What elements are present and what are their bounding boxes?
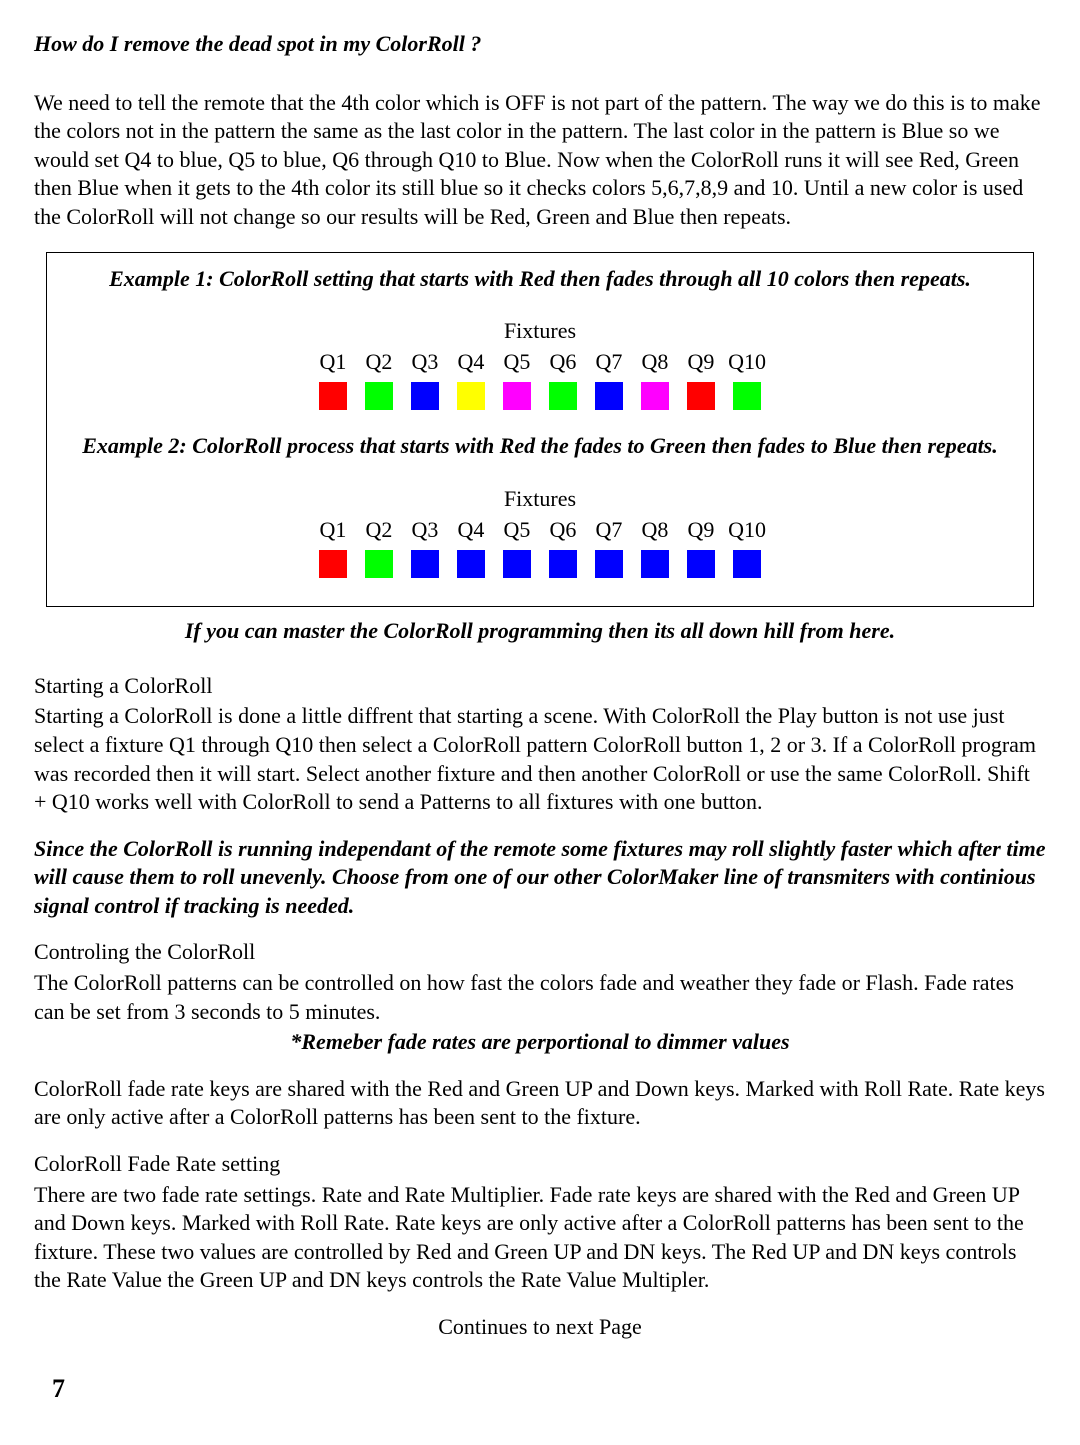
- color-swatch: [411, 550, 439, 578]
- swatch-label: Q5: [504, 516, 531, 545]
- swatch-column: Q4: [455, 516, 487, 579]
- swatch-label: Q7: [596, 348, 623, 377]
- swatch-label: Q8: [642, 516, 669, 545]
- color-swatch: [687, 382, 715, 410]
- color-swatch: [595, 382, 623, 410]
- swatch-column: Q2: [363, 348, 395, 411]
- example1-fixtures-label: Fixtures: [55, 317, 1025, 346]
- swatch-column: Q7: [593, 516, 625, 579]
- color-swatch: [549, 550, 577, 578]
- swatch-label: Q4: [458, 516, 485, 545]
- swatch-label: Q1: [320, 348, 347, 377]
- example2-swatch-row: Q1 Q2 Q3 Q4 Q5 Q6 Q7 Q8 Q9 Q10: [55, 516, 1025, 579]
- example2-title: Example 2: ColorRoll process that starts…: [55, 432, 1025, 461]
- example1-title: Example 1: ColorRoll setting that starts…: [55, 265, 1025, 294]
- section-heading: How do I remove the dead spot in my Colo…: [34, 30, 1046, 59]
- swatch-label: Q3: [412, 348, 439, 377]
- swatch-label: Q10: [728, 516, 766, 545]
- color-swatch: [687, 550, 715, 578]
- starting-colorroll-title: Starting a ColorRoll: [34, 672, 1046, 701]
- fade-rate-setting-title: ColorRoll Fade Rate setting: [34, 1150, 1046, 1179]
- swatch-column: Q9: [685, 516, 717, 579]
- swatch-column: Q5: [501, 348, 533, 411]
- swatch-label: Q2: [366, 348, 393, 377]
- color-swatch: [641, 382, 669, 410]
- swatch-column: Q10: [731, 516, 763, 579]
- color-swatch: [641, 550, 669, 578]
- swatch-column: Q5: [501, 516, 533, 579]
- color-swatch: [503, 550, 531, 578]
- swatch-column: Q9: [685, 348, 717, 411]
- color-swatch: [365, 382, 393, 410]
- color-swatch: [549, 382, 577, 410]
- swatch-column: Q1: [317, 516, 349, 579]
- color-swatch: [457, 382, 485, 410]
- swatch-label: Q4: [458, 348, 485, 377]
- color-swatch: [319, 550, 347, 578]
- fade-rate-setting-body: There are two fade rate settings. Rate a…: [34, 1181, 1046, 1295]
- swatch-label: Q5: [504, 348, 531, 377]
- swatch-column: Q3: [409, 516, 441, 579]
- swatch-label: Q9: [688, 348, 715, 377]
- color-swatch: [503, 382, 531, 410]
- swatch-column: Q2: [363, 516, 395, 579]
- color-swatch: [733, 550, 761, 578]
- swatch-column: Q6: [547, 516, 579, 579]
- swatch-label: Q3: [412, 516, 439, 545]
- swatch-column: Q6: [547, 348, 579, 411]
- swatch-label: Q6: [550, 348, 577, 377]
- remember-note: *Remeber fade rates are perportional to …: [34, 1028, 1046, 1057]
- color-swatch: [595, 550, 623, 578]
- color-swatch: [457, 550, 485, 578]
- color-swatch: [319, 382, 347, 410]
- swatch-column: Q4: [455, 348, 487, 411]
- swatch-label: Q7: [596, 516, 623, 545]
- swatch-label: Q10: [728, 348, 766, 377]
- swatch-column: Q8: [639, 516, 671, 579]
- swatch-column: Q8: [639, 348, 671, 411]
- fade-keys-paragraph: ColorRoll fade rate keys are shared with…: [34, 1075, 1046, 1132]
- master-caption: If you can master the ColorRoll programm…: [34, 617, 1046, 646]
- color-swatch: [411, 382, 439, 410]
- swatch-column: Q3: [409, 348, 441, 411]
- examples-box: Example 1: ColorRoll setting that starts…: [46, 252, 1034, 608]
- color-swatch: [733, 382, 761, 410]
- swatch-label: Q1: [320, 516, 347, 545]
- swatch-label: Q2: [366, 516, 393, 545]
- swatch-column: Q1: [317, 348, 349, 411]
- intro-paragraph: We need to tell the remote that the 4th …: [34, 89, 1046, 232]
- swatch-label: Q9: [688, 516, 715, 545]
- controlling-colorroll-title: Controling the ColorRoll: [34, 938, 1046, 967]
- example1-swatch-row: Q1 Q2 Q3 Q4 Q5 Q6 Q7 Q8 Q9 Q10: [55, 348, 1025, 411]
- swatch-label: Q8: [642, 348, 669, 377]
- page-number: 7: [52, 1372, 1046, 1406]
- swatch-column: Q7: [593, 348, 625, 411]
- swatch-label: Q6: [550, 516, 577, 545]
- continues-next-page: Continues to next Page: [34, 1313, 1046, 1342]
- color-swatch: [365, 550, 393, 578]
- example2-fixtures-label: Fixtures: [55, 485, 1025, 514]
- independent-note: Since the ColorRoll is running independa…: [34, 835, 1046, 921]
- swatch-column: Q10: [731, 348, 763, 411]
- starting-colorroll-body: Starting a ColorRoll is done a little di…: [34, 702, 1046, 816]
- controlling-colorroll-body: The ColorRoll patterns can be controlled…: [34, 969, 1046, 1026]
